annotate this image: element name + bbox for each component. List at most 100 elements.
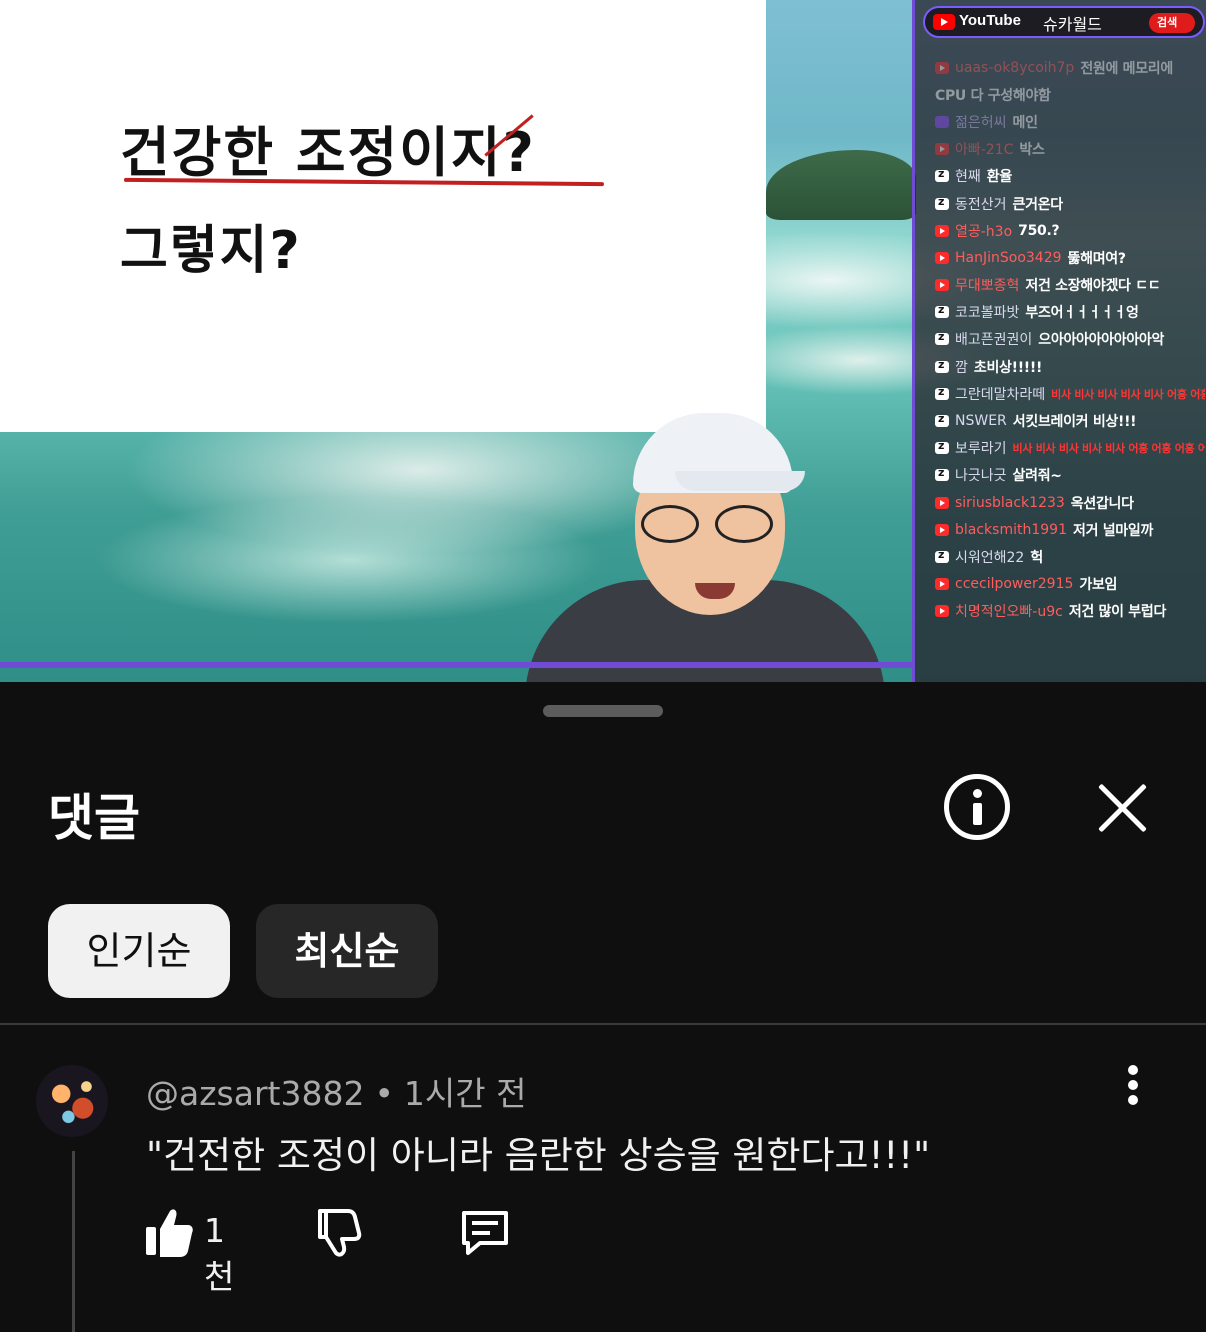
chat-message: 치명적인오빠-u9c 저건 많이 부럽다 <box>935 598 1205 625</box>
chat-text: 가보임 <box>1079 577 1118 594</box>
chat-username: 젊은허씨 <box>955 114 1007 131</box>
sort-chip-newest[interactable]: 최신순 <box>256 904 438 998</box>
platform-label: YouTube <box>959 12 1021 29</box>
info-button[interactable] <box>944 774 1010 840</box>
chat-message-list: uaas-ok8ycoih7p 전원에 메모리에 CPU 다 구성해야함젊은허씨 메인… <box>935 54 1205 674</box>
chzzk-icon <box>935 167 949 183</box>
reply-button[interactable] <box>458 1205 512 1259</box>
chat-username: 나긋나긋 <box>955 468 1007 485</box>
youtube-icon <box>935 61 949 74</box>
chat-username: ccecilpower2915 <box>955 576 1074 593</box>
chat-message: blacksmith1991 저거 널마일까 <box>935 516 1205 543</box>
chat-message: 보루라기 비사 비사 비사 비사 비사 어흥 어흥 어흥 어흥 어흥 <box>935 435 1205 462</box>
chzzk-icon <box>935 412 949 428</box>
youtube-icon <box>935 224 949 237</box>
chat-text: 초비상!!!!! <box>973 359 1043 376</box>
video-player[interactable]: 건강한 조정이지? 그렇지? YouTube 슈카월드 검색 uaas-ok8y… <box>0 0 1206 682</box>
youtube-logo-icon <box>933 14 955 30</box>
thumbs-up-icon <box>146 1209 193 1257</box>
channel-name: 슈카월드 <box>1043 15 1102 34</box>
chat-username: 무대뽀종혁 <box>955 278 1020 295</box>
chzzk-icon <box>935 195 949 210</box>
chat-message: 시워언해22 헉 <box>935 543 1205 570</box>
thumbs-down-icon <box>318 1209 362 1257</box>
streamer-webcam <box>515 405 885 682</box>
avatar[interactable] <box>36 1065 108 1137</box>
chzzk-icon <box>935 303 949 319</box>
meta-separator: • <box>374 1074 394 1113</box>
comment-author[interactable]: @azsart3882 <box>146 1074 364 1113</box>
comment-time: 1시간 전 <box>403 1074 527 1113</box>
sheet-title: 댓글 <box>48 789 140 847</box>
like-button[interactable] <box>144 1205 194 1259</box>
chat-message: 배고픈권권이 으아아아아아아아아악 <box>935 326 1205 353</box>
sort-chip-popular[interactable]: 인기순 <box>48 904 230 998</box>
chzzk-icon <box>935 358 949 373</box>
chat-message: 동전산거 큰거온다 <box>935 190 1205 217</box>
chzzk-icon <box>935 466 949 482</box>
chat-username: siriusblack1233 <box>955 494 1065 511</box>
chat-message: 그란데말차라떼 비사 비사 비사 비사 비사 어흥 어흥 어흥 어흥 어흥 <box>935 380 1205 407</box>
chat-message: 코코볼파밧 부즈어ㅓㅓㅓㅓㅓ엉 <box>935 299 1205 326</box>
chat-text: 큰거온다 <box>1012 196 1064 213</box>
chat-message: CPU 다 구성해야함 <box>935 81 1205 108</box>
chat-text: 750.? <box>1018 222 1060 239</box>
chat-message: NSWER 서킷브레이커 비상!!! <box>935 407 1205 434</box>
comment-item: @azsart3882 • 1시간 전 "건전한 조정이 아니라 음란한 상승을 원… <box>0 1025 1206 1332</box>
chat-text: 뚫해며여? <box>1067 250 1126 267</box>
comments-sheet: 댓글 인기순 최신순 @azsart3882 • 1시간 전 "건전한 조정이 아니… <box>0 682 1206 1332</box>
chat-text: 부즈어ㅓㅓㅓㅓㅓ엉 <box>1025 305 1139 322</box>
info-icon <box>973 789 982 798</box>
chat-username: 현째 <box>955 169 981 186</box>
chat-text: 비사 비사 비사 비사 비사 어흥 어흥 어흥 어흥 어흥 <box>1012 442 1205 456</box>
youtube-icon <box>935 251 949 264</box>
search-badge: 검색 <box>1149 13 1195 33</box>
chat-text: 비사 비사 비사 비사 비사 어흥 어흥 어흥 어흥 어흥 <box>1051 387 1205 401</box>
chzzk-icon <box>935 330 949 346</box>
chat-username: 보루라기 <box>955 441 1007 458</box>
chat-text: CPU 다 구성해야함 <box>935 87 1051 104</box>
chat-username: NSWER <box>955 413 1007 430</box>
youtube-icon <box>935 605 949 618</box>
chzzk-icon <box>935 548 949 563</box>
presentation-slide: 건강한 조정이지? 그렇지? <box>0 0 766 432</box>
chat-text: 으아아아아아아아아악 <box>1038 332 1165 349</box>
comment-meta: @azsart3882 • 1시간 전 <box>146 1067 527 1115</box>
chat-message: ccecilpower2915 가보임 <box>935 571 1205 598</box>
slide-line-2: 그렇지? <box>120 221 302 281</box>
chzzk-icon <box>935 439 949 455</box>
youtube-icon <box>935 523 949 536</box>
slide-line-1: 건강한 조정이지? <box>120 121 536 184</box>
twitch-icon <box>935 115 949 128</box>
chat-username: 배고픈권권이 <box>955 332 1033 349</box>
chat-text: 헉 <box>1030 549 1043 566</box>
chzzk-icon <box>935 385 949 400</box>
youtube-icon <box>935 496 949 509</box>
chat-text: 환율 <box>986 169 1012 186</box>
thread-line <box>72 1151 75 1332</box>
chat-message: HanJinSoo3429 뚫해며여? <box>935 244 1205 271</box>
like-count: 1천 <box>204 1211 235 1296</box>
chat-username: 아빠-21C <box>955 142 1014 159</box>
chat-username: 코코볼파밧 <box>955 305 1020 322</box>
youtube-icon <box>935 143 949 156</box>
chat-text: 저거 널마일까 <box>1072 522 1154 539</box>
more-options-button[interactable] <box>1122 1065 1146 1105</box>
chat-text: 옥션갑니다 <box>1070 495 1134 512</box>
chat-username: 치명적인오빠-u9c <box>955 604 1063 621</box>
chat-username: 열공-h3o <box>955 223 1013 240</box>
more-vert-icon <box>1128 1065 1138 1075</box>
chat-message: 현째 환율 <box>935 163 1205 190</box>
chat-text: 서킷브레이커 비상!!! <box>1012 414 1137 431</box>
chat-message: 젊은허씨 메인 <box>935 108 1205 135</box>
comment-text: "건전한 조정이 아니라 음란한 상승을 원한다고!!!" <box>146 1134 931 1177</box>
chat-message: 열공-h3o 750.? <box>935 217 1205 244</box>
drag-handle[interactable] <box>543 705 663 717</box>
chat-message: uaas-ok8ycoih7p 전원에 메모리에 <box>935 54 1205 81</box>
chat-username: 그란데말차라떼 <box>955 386 1046 403</box>
close-button[interactable] <box>1094 780 1150 836</box>
chat-text: 살려줘~ <box>1012 468 1062 485</box>
chat-text: 저건 소장해야겠다 ㄷㄷ <box>1025 278 1161 295</box>
dislike-button[interactable] <box>312 1205 362 1259</box>
chat-username: uaas-ok8ycoih7p <box>955 59 1075 76</box>
